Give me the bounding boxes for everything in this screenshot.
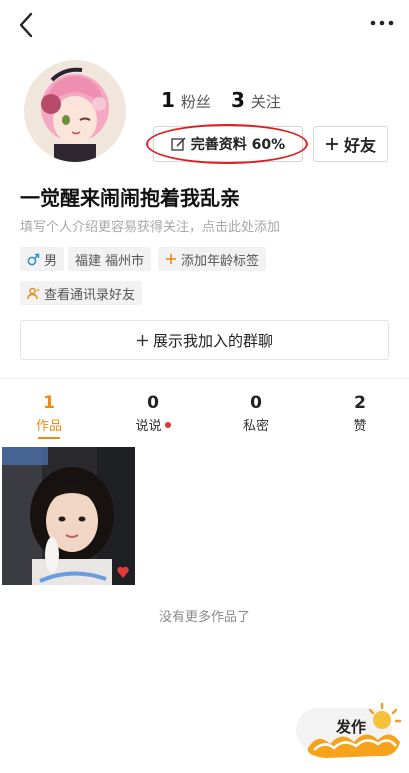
- tab-likes-count: 2: [354, 393, 366, 413]
- plus-icon: [166, 254, 176, 264]
- location-label: 福建 福州市: [75, 253, 145, 269]
- fans-label: 粉丝: [180, 93, 211, 111]
- show-groups-label: 展示我加入的群聊: [152, 331, 273, 350]
- view-contacts-button[interactable]: 查看通讯录好友: [20, 281, 143, 305]
- male-icon: [27, 253, 40, 265]
- view-contacts-label: 查看通讯录好友: [44, 287, 136, 303]
- tab-posts-count: 0: [147, 393, 159, 413]
- tab-likes-label: 赞: [353, 419, 367, 434]
- avatar[interactable]: [24, 60, 126, 162]
- tab-private-count: 0: [250, 393, 262, 413]
- plus-icon: [136, 334, 148, 346]
- location-tag[interactable]: 福建 福州市: [68, 247, 152, 271]
- active-tab-indicator: [38, 437, 60, 439]
- fans-count: 1: [161, 88, 175, 112]
- following-stat[interactable]: 3 关注: [231, 88, 281, 114]
- divider: [0, 378, 409, 379]
- add-friend-button[interactable]: 好友: [313, 126, 388, 162]
- following-count: 3: [231, 88, 245, 112]
- contacts-icon: [27, 287, 40, 299]
- add-age-tag-button[interactable]: 添加年龄标签: [158, 247, 267, 271]
- tab-works[interactable]: 1 作品: [9, 392, 89, 434]
- no-more-works: 没有更多作品了: [158, 610, 250, 625]
- add-age-tag-label: 添加年龄标签: [181, 253, 260, 269]
- gender-label: 男: [44, 253, 58, 269]
- work-thumbnail[interactable]: [2, 447, 135, 585]
- bio-placeholder[interactable]: 填写个人介绍更容易获得关注，点击此处添加: [20, 216, 280, 235]
- tab-private-label: 私密: [242, 419, 269, 434]
- plus-icon: [325, 138, 338, 150]
- highlight-annotation: [146, 124, 308, 164]
- tab-works-label: 作品: [35, 419, 62, 434]
- gender-tag[interactable]: 男: [20, 247, 65, 271]
- tab-posts-label: 说说: [135, 419, 162, 434]
- following-label: 关注: [250, 93, 281, 111]
- brand-logo: [307, 702, 402, 758]
- tab-posts[interactable]: 0 说说: [113, 392, 193, 434]
- more-icon[interactable]: [368, 12, 396, 34]
- add-friend-label: 好友: [343, 136, 376, 155]
- show-groups-button[interactable]: 展示我加入的群聊: [20, 320, 389, 360]
- tab-works-count: 1: [43, 393, 55, 413]
- back-icon[interactable]: [14, 10, 40, 40]
- tab-private[interactable]: 0 私密: [216, 392, 296, 434]
- tab-likes[interactable]: 2 赞: [320, 392, 400, 434]
- notification-dot: [164, 421, 171, 428]
- nickname: 一觉醒来闹闹抱着我乱亲: [20, 186, 240, 210]
- fans-stat[interactable]: 1 粉丝: [161, 88, 211, 114]
